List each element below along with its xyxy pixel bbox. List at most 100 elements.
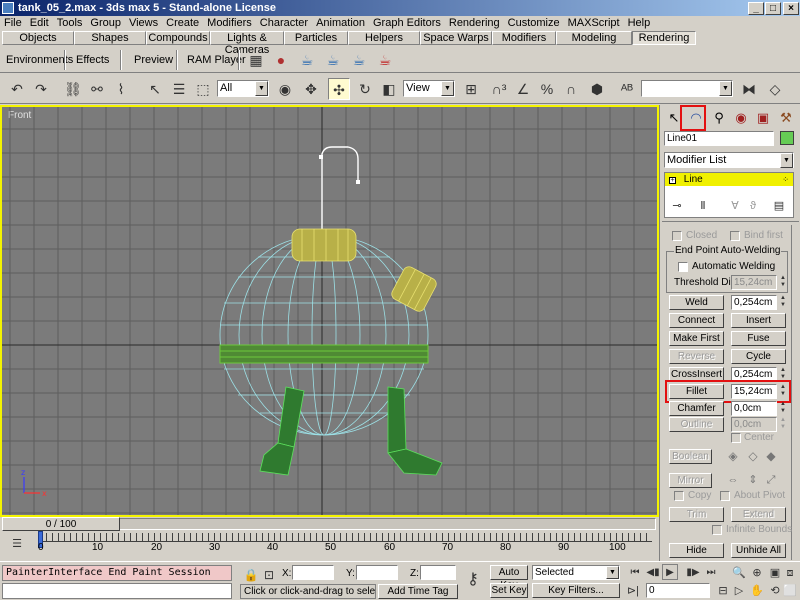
key-mode-toggle-icon[interactable]: ⊳| — [622, 580, 644, 600]
unlink-icon[interactable]: ⚯ — [86, 78, 108, 100]
edit-named-selection-icon[interactable]: ᴬᴮ — [616, 78, 638, 100]
close-button[interactable]: × — [783, 2, 799, 15]
boolean-intersect-icon[interactable]: ◆ — [760, 445, 782, 467]
snap-3d-icon[interactable]: ∩³ — [488, 78, 510, 100]
center-checkbox[interactable] — [731, 433, 741, 443]
quick-render-icon[interactable]: ☕ — [322, 49, 344, 71]
minimize-button[interactable]: _ — [748, 2, 764, 15]
weld-spinner-icon[interactable]: ▲ ▼ — [779, 295, 787, 310]
activeshade-icon[interactable]: ☕ — [374, 49, 396, 71]
chamfer-button[interactable]: Chamfer — [669, 401, 724, 416]
window-crossing-icon[interactable]: ◉ — [274, 78, 296, 100]
key-filters-button[interactable]: Key Filters... — [532, 583, 620, 598]
spinner-snap-icon[interactable]: ∩ — [560, 78, 582, 100]
tab-particles[interactable]: Particles — [284, 31, 348, 45]
menu-tools[interactable]: Tools — [53, 16, 87, 30]
object-name-field[interactable]: Line01 — [664, 131, 774, 146]
current-frame-field[interactable]: 0 — [646, 583, 710, 598]
menu-create[interactable]: Create — [162, 16, 203, 30]
menu-animation[interactable]: Animation — [312, 16, 369, 30]
boolean-union-icon[interactable]: ◈ — [722, 445, 744, 467]
display-tab-icon[interactable]: ▣ — [752, 108, 774, 128]
select-link-icon[interactable]: ⛓ — [62, 78, 84, 100]
bind-first-checkbox[interactable] — [730, 231, 740, 241]
maximize-button[interactable]: □ — [765, 2, 781, 15]
remove-modifier-icon[interactable]: ϑ — [742, 195, 764, 217]
named-selection-icon[interactable]: ⬢ — [586, 78, 608, 100]
previous-frame-icon[interactable]: ◀▮ — [642, 562, 664, 584]
configure-modifier-sets-icon[interactable]: ▤ — [768, 195, 790, 217]
outline-button[interactable]: Outline — [669, 417, 724, 432]
auto-key-button[interactable]: Auto Key — [490, 565, 528, 591]
tab-rendering[interactable]: Rendering — [632, 31, 696, 45]
mirror-both-icon[interactable]: ⤢ — [760, 469, 782, 491]
front-viewport[interactable]: Front x z — [0, 105, 659, 517]
outline-field[interactable]: 0,0cm — [731, 417, 777, 432]
copy-checkbox[interactable] — [674, 491, 684, 501]
connect-button[interactable]: Connect — [669, 313, 724, 328]
outline-spinner-icon[interactable]: ▲ ▼ — [779, 417, 787, 432]
utilities-tab-icon[interactable]: ⚒ — [775, 108, 797, 128]
maxscript-listener[interactable]: PainterInterface End Paint Session — [2, 565, 232, 581]
mirror-horizontal-icon[interactable]: ⇔ — [722, 469, 744, 491]
effects-button[interactable]: Effects — [72, 51, 113, 69]
reverse-button[interactable]: Reverse — [669, 349, 724, 364]
select-by-name-icon[interactable]: ☰ — [168, 78, 190, 100]
menu-modifiers[interactable]: Modifiers — [203, 16, 256, 30]
key-icon[interactable]: ⚷ — [462, 569, 484, 591]
z-coordinate-field[interactable] — [420, 565, 456, 580]
tab-helpers[interactable]: Helpers — [348, 31, 420, 45]
tab-modeling[interactable]: Modeling — [556, 31, 632, 45]
pivot-center-icon[interactable]: ⊞ — [460, 78, 482, 100]
menu-file[interactable]: File — [0, 16, 26, 30]
selection-filter-dropdown[interactable]: All ▼ — [217, 80, 269, 97]
hide-button[interactable]: Hide — [669, 543, 724, 558]
tab-space-warps[interactable]: Space Warps — [420, 31, 492, 45]
extend-button[interactable]: Extend — [731, 507, 786, 522]
modifier-list-dropdown[interactable]: Modifier List ▼ — [664, 152, 794, 168]
weld-button[interactable]: Weld — [669, 295, 724, 310]
bind-space-warp-icon[interactable]: ⌇ — [110, 78, 132, 100]
select-move-icon[interactable]: ✣ — [328, 78, 350, 100]
set-key-button[interactable]: Set Key — [490, 583, 528, 598]
material-checker-icon[interactable]: ▦ — [245, 49, 267, 71]
render-scene-icon[interactable]: ☕ — [296, 49, 318, 71]
panel-scrollbar[interactable] — [791, 225, 799, 560]
menu-rendering[interactable]: Rendering — [445, 16, 504, 30]
menu-graph-editors[interactable]: Graph Editors — [369, 16, 445, 30]
insert-button[interactable]: Insert — [731, 313, 786, 328]
track-bar[interactable]: ☰ 0 10 20 30 40 50 60 70 80 90 100 — [0, 531, 659, 561]
select-move-icon[interactable]: ✥ — [300, 78, 322, 100]
hierarchy-tab-icon[interactable]: ⚲ — [708, 108, 730, 128]
x-coordinate-field[interactable] — [292, 565, 334, 580]
angle-snap-icon[interactable]: ∠ — [512, 78, 534, 100]
y-coordinate-field[interactable] — [356, 565, 398, 580]
material-editor-icon[interactable]: ● — [270, 49, 292, 71]
motion-tab-icon[interactable]: ◉ — [730, 108, 752, 128]
infinite-bounds-checkbox[interactable] — [712, 525, 722, 535]
about-pivot-checkbox[interactable] — [720, 491, 730, 501]
redo-icon[interactable]: ↷ — [30, 78, 52, 100]
automatic-welding-checkbox[interactable] — [678, 262, 688, 272]
menu-maxscript[interactable]: MAXScript — [564, 16, 624, 30]
weld-field[interactable]: 0,254cm — [731, 295, 777, 310]
percent-snap-icon[interactable]: % — [536, 78, 558, 100]
key-mode-dropdown[interactable]: Selected ▼ — [532, 565, 620, 580]
show-end-result-icon[interactable]: Ⅱ — [692, 195, 714, 217]
tab-compounds[interactable]: Compounds — [146, 31, 210, 45]
select-rotate-icon[interactable]: ↻ — [354, 78, 376, 100]
render-last-icon[interactable]: ☕ — [348, 49, 370, 71]
closed-checkbox[interactable] — [672, 231, 682, 241]
absolute-mode-icon[interactable]: ⊡ — [258, 564, 280, 586]
menu-edit[interactable]: Edit — [26, 16, 53, 30]
reference-coordinate-dropdown[interactable]: View ▼ — [403, 80, 455, 97]
named-selection-dropdown[interactable]: ▼ — [641, 80, 733, 97]
select-scale-icon[interactable]: ◧ — [378, 78, 400, 100]
play-icon[interactable]: ▶ — [662, 564, 678, 580]
open-mini-curve-editor-icon[interactable]: ☰ — [6, 533, 28, 555]
stack-item-line[interactable]: + Line ⁘ — [665, 173, 793, 186]
maxscript-input[interactable] — [2, 583, 232, 599]
expand-icon[interactable]: + — [669, 177, 676, 184]
menu-views[interactable]: Views — [125, 16, 162, 30]
preview-button[interactable]: Preview — [130, 51, 177, 69]
